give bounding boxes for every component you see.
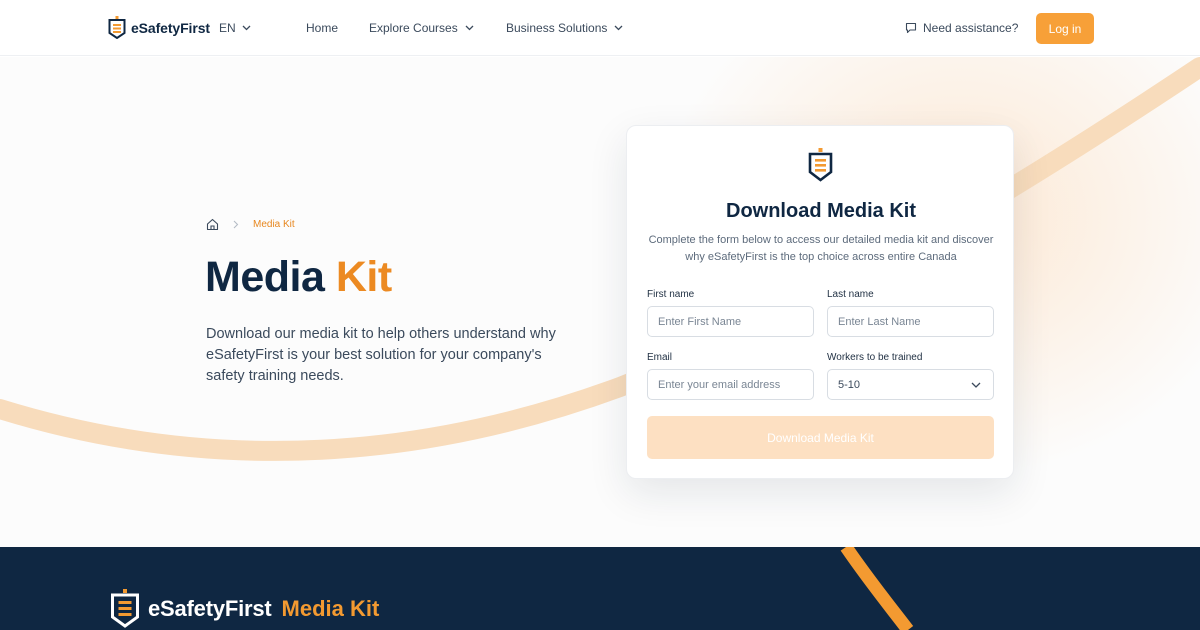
download-media-kit-button[interactable]: Download Media Kit <box>647 416 994 459</box>
nav-home[interactable]: Home <box>306 21 338 35</box>
language-selector[interactable]: EN <box>219 21 251 35</box>
form-title: Download Media Kit <box>726 200 916 222</box>
page-title-part2: Kit <box>335 253 392 301</box>
nav-home-label: Home <box>306 21 339 35</box>
footer-media-kit: Media Kit <box>281 596 380 621</box>
shield-logo-icon <box>808 148 833 182</box>
chevron-right-icon <box>233 220 239 229</box>
last-name-label: Last name <box>827 289 874 300</box>
login-button[interactable]: Log in <box>1036 13 1094 44</box>
workers-label: Workers to be trained <box>827 352 923 363</box>
form-subtitle: Complete the form below to access our de… <box>648 234 994 263</box>
nav-explore-courses[interactable]: Explore Courses <box>369 21 474 35</box>
language-label: EN <box>219 21 236 35</box>
hero-description: Download our media kit to help others un… <box>206 326 556 384</box>
chevron-down-icon <box>971 382 981 388</box>
first-name-label: First name <box>647 289 695 300</box>
workers-selected-value: 5-10 <box>838 378 861 391</box>
email-input[interactable] <box>647 369 814 400</box>
need-assistance-label: Need assistance? <box>923 21 1019 35</box>
shield-logo-icon <box>108 16 126 39</box>
brand-logo[interactable]: eSafetyFirst <box>108 16 210 39</box>
hero-section: Media Kit Media Kit Download our media k… <box>0 57 1200 547</box>
media-kit-form-card: Download Media Kit Complete the form bel… <box>626 125 1014 479</box>
footer-logo: eSafetyFirst Media Kit <box>110 589 379 629</box>
home-icon[interactable] <box>206 218 219 231</box>
page-title-part1: Media <box>205 253 325 301</box>
last-name-input[interactable] <box>827 306 994 337</box>
nav-business-solutions-label: Business Solutions <box>506 21 608 35</box>
decorative-swoosh <box>0 57 1200 477</box>
workers-select[interactable]: 5-10 <box>827 369 994 400</box>
chat-bubble-icon <box>905 22 917 34</box>
nav-business-solutions[interactable]: Business Solutions <box>506 21 623 35</box>
page-title: Media Kit <box>205 253 392 302</box>
footer-brand-name: eSafetyFirst <box>148 596 272 621</box>
brand-name: eSafetyFirst <box>131 19 210 36</box>
footer-band: eSafetyFirst Media Kit <box>0 547 1200 630</box>
breadcrumb: Media Kit <box>206 218 295 231</box>
chevron-down-icon <box>614 25 623 31</box>
shield-logo-icon <box>111 589 139 628</box>
first-name-input[interactable] <box>647 306 814 337</box>
breadcrumb-current: Media Kit <box>253 219 295 230</box>
top-header: eSafetyFirst EN Home Explore Courses Bus… <box>0 0 1200 56</box>
need-assistance-link[interactable]: Need assistance? <box>905 21 1018 35</box>
email-label: Email <box>647 352 673 363</box>
chevron-down-icon <box>465 25 474 31</box>
nav-explore-courses-label: Explore Courses <box>369 21 458 35</box>
chevron-down-icon <box>242 25 251 31</box>
